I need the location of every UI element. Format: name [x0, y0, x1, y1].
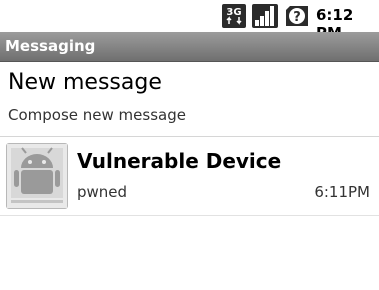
app-title: Messaging: [5, 37, 96, 55]
conversation-time: 6:11PM: [314, 183, 370, 201]
conversation-sender: Vulnerable Device: [77, 149, 282, 173]
new-message-title: New message: [8, 70, 162, 95]
sim-unknown-icon: ?: [284, 4, 310, 28]
title-bar: Messaging: [0, 32, 379, 62]
android-contact-icon[interactable]: [6, 143, 68, 209]
new-message-item[interactable]: New message Compose new message: [0, 62, 379, 137]
svg-text:3G: 3G: [226, 7, 241, 18]
3g-icon: 3G: [222, 4, 246, 28]
signal-strength-icon: [252, 4, 278, 28]
conversation-list-item[interactable]: Vulnerable Device pwned 6:11PM: [0, 137, 379, 216]
new-message-subtitle: Compose new message: [8, 106, 186, 124]
svg-text:?: ?: [293, 10, 301, 25]
conversation-snippet: pwned: [77, 183, 128, 201]
status-bar: 3G ? 6:12 PM: [0, 0, 379, 42]
